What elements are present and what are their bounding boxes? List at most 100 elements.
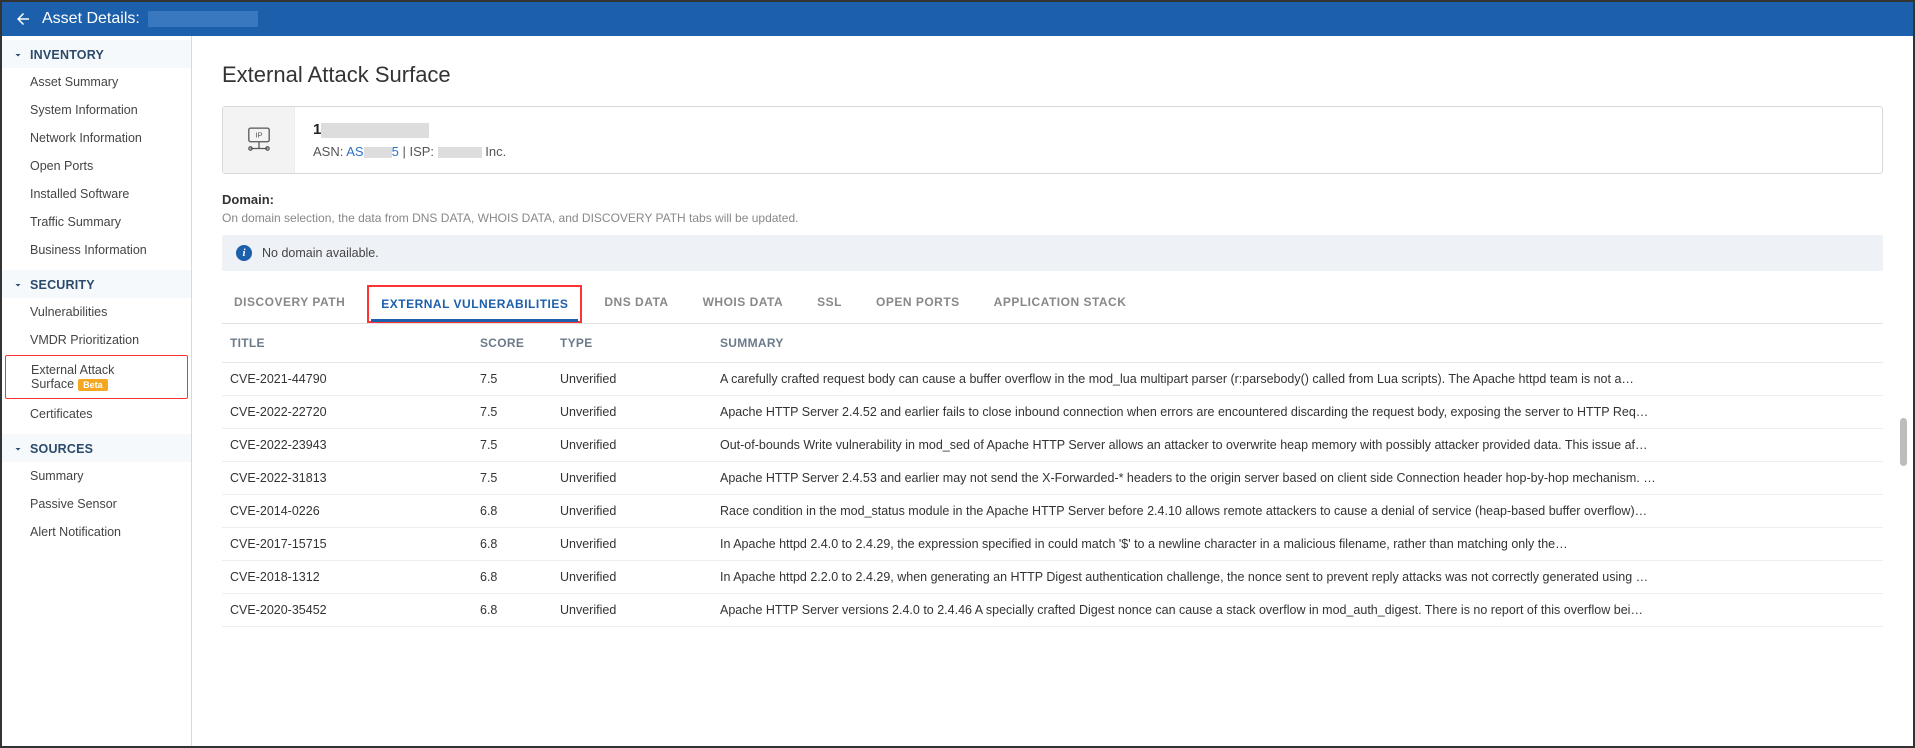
table-row[interactable]: CVE-2022-318137.5UnverifiedApache HTTP S… <box>222 462 1883 495</box>
tab-label: EXTERNAL VULNERABILITIES <box>381 297 568 311</box>
sidebar-section-security[interactable]: SECURITY <box>2 270 191 298</box>
sidebar-item-label: Traffic Summary <box>30 215 121 229</box>
sidebar-item-label: System Information <box>30 103 138 117</box>
domain-desc: On domain selection, the data from DNS D… <box>222 211 1883 225</box>
info-icon: i <box>236 245 252 261</box>
sidebar-item-label: Certificates <box>30 407 93 421</box>
tab-ssl[interactable]: SSL <box>805 285 854 323</box>
sidebar-item-traffic-summary[interactable]: Traffic Summary <box>2 208 191 236</box>
table-row[interactable]: CVE-2021-447907.5UnverifiedA carefully c… <box>222 363 1883 396</box>
asn-link[interactable]: AS5 <box>346 144 399 159</box>
header-asset-redacted <box>148 11 258 27</box>
isp-label: ISP: <box>409 144 434 159</box>
sidebar-item-sources-summary[interactable]: Summary <box>2 462 191 490</box>
ip-address: 1 <box>313 121 1864 138</box>
tab-open-ports[interactable]: OPEN PORTS <box>864 285 972 323</box>
vuln-table: TITLE SCORE TYPE SUMMARY CVE-2021-447907… <box>222 324 1883 627</box>
sidebar-item-label: VMDR Prioritization <box>30 333 139 347</box>
sidebar-item-asset-summary[interactable]: Asset Summary <box>2 68 191 96</box>
sidebar-item-certificates[interactable]: Certificates <box>2 400 191 428</box>
sidebar: INVENTORYAsset Summary System Information… <box>2 36 192 746</box>
cell-score: 7.5 <box>472 363 552 396</box>
main-content: External Attack Surface IP 1 <box>192 36 1913 746</box>
sidebar-section-sources[interactable]: SOURCES <box>2 434 191 462</box>
tab-whois-data[interactable]: WHOIS DATA <box>691 285 796 323</box>
cell-type: Unverified <box>552 561 712 594</box>
isp-redacted <box>438 147 482 158</box>
page-title-header: Asset Details: <box>42 10 258 28</box>
cell-score: 6.8 <box>472 495 552 528</box>
cell-title: CVE-2018-1312 <box>222 561 472 594</box>
sidebar-item-label: Open Ports <box>30 159 93 173</box>
ip-prefix: 1 <box>313 121 321 138</box>
cell-title: CVE-2022-23943 <box>222 429 472 462</box>
tab-label: SSL <box>817 295 842 309</box>
main-page-title: External Attack Surface <box>222 62 1883 88</box>
sidebar-item-vulnerabilities[interactable]: Vulnerabilities <box>2 298 191 326</box>
table-row[interactable]: CVE-2022-239437.5UnverifiedOut-of-bounds… <box>222 429 1883 462</box>
table-row[interactable]: CVE-2020-354526.8UnverifiedApache HTTP S… <box>222 594 1883 627</box>
sidebar-section-inventory[interactable]: INVENTORY <box>2 40 191 68</box>
page-header: Asset Details: <box>2 2 1913 36</box>
cell-summary: Apache HTTP Server versions 2.4.0 to 2.4… <box>712 594 1883 627</box>
tab-application-stack[interactable]: APPLICATION STACK <box>982 285 1139 323</box>
tab-discovery-path[interactable]: DISCOVERY PATH <box>222 285 357 323</box>
cell-summary: Apache HTTP Server 2.4.52 and earlier fa… <box>712 396 1883 429</box>
domain-label: Domain: <box>222 192 1883 207</box>
sidebar-section-label: SOURCES <box>30 442 93 456</box>
sidebar-item-network-information[interactable]: Network Information <box>2 124 191 152</box>
cell-type: Unverified <box>552 462 712 495</box>
cell-type: Unverified <box>552 594 712 627</box>
cell-summary: Race condition in the mod_status module … <box>712 495 1883 528</box>
table-row[interactable]: CVE-2017-157156.8UnverifiedIn Apache htt… <box>222 528 1883 561</box>
asn-label: ASN: <box>313 144 343 159</box>
beta-badge: Beta <box>78 379 108 391</box>
domain-alert: i No domain available. <box>222 235 1883 271</box>
asn-isp-line: ASN: AS5 | ISP: Inc. <box>313 144 1864 159</box>
tab-label: WHOIS DATA <box>703 295 784 309</box>
sidebar-item-alert-notification[interactable]: Alert Notification <box>2 518 191 546</box>
th-title[interactable]: TITLE <box>222 324 472 363</box>
ip-icon: IP <box>223 107 295 173</box>
sidebar-item-label: Vulnerabilities <box>30 305 107 319</box>
cell-score: 7.5 <box>472 429 552 462</box>
cell-title: CVE-2020-35452 <box>222 594 472 627</box>
cell-title: CVE-2014-0226 <box>222 495 472 528</box>
sidebar-item-open-ports[interactable]: Open Ports <box>2 152 191 180</box>
cell-type: Unverified <box>552 429 712 462</box>
scrollbar-thumb[interactable] <box>1900 418 1907 466</box>
cell-summary: Out-of-bounds Write vulnerability in mod… <box>712 429 1883 462</box>
cell-type: Unverified <box>552 495 712 528</box>
sidebar-item-passive-sensor[interactable]: Passive Sensor <box>2 490 191 518</box>
sidebar-item-label: Business Information <box>30 243 147 257</box>
tab-label: DNS DATA <box>604 295 668 309</box>
sidebar-item-label: Passive Sensor <box>30 497 117 511</box>
table-row[interactable]: CVE-2022-227207.5UnverifiedApache HTTP S… <box>222 396 1883 429</box>
tab-external-vulnerabilities[interactable]: EXTERNAL VULNERABILITIES <box>367 285 582 323</box>
sidebar-item-label: Network Information <box>30 131 142 145</box>
header-title-text: Asset Details: <box>42 10 140 27</box>
table-row[interactable]: CVE-2014-02266.8UnverifiedRace condition… <box>222 495 1883 528</box>
cell-title: CVE-2021-44790 <box>222 363 472 396</box>
table-row[interactable]: CVE-2018-13126.8UnverifiedIn Apache http… <box>222 561 1883 594</box>
sidebar-item-vmdr-prioritization[interactable]: VMDR Prioritization <box>2 326 191 354</box>
sidebar-item-installed-software[interactable]: Installed Software <box>2 180 191 208</box>
th-summary[interactable]: SUMMARY <box>712 324 1883 363</box>
sidebar-section-label: SECURITY <box>30 278 95 292</box>
sidebar-item-label: Installed Software <box>30 187 129 201</box>
th-type[interactable]: TYPE <box>552 324 712 363</box>
cell-summary: Apache HTTP Server 2.4.53 and earlier ma… <box>712 462 1883 495</box>
back-arrow-icon[interactable] <box>12 8 34 30</box>
sidebar-item-external-attack-surface[interactable]: External Attack SurfaceBeta <box>5 355 188 399</box>
ip-info-card: IP 1 ASN: AS5 | ISP: <box>222 106 1883 174</box>
sidebar-item-system-information[interactable]: System Information <box>2 96 191 124</box>
tab-dns-data[interactable]: DNS DATA <box>592 285 680 323</box>
chevron-down-icon <box>12 279 24 291</box>
th-score[interactable]: SCORE <box>472 324 552 363</box>
sidebar-item-business-information[interactable]: Business Information <box>2 236 191 264</box>
sidebar-item-label: Alert Notification <box>30 525 121 539</box>
cell-summary: In Apache httpd 2.2.0 to 2.4.29, when ge… <box>712 561 1883 594</box>
tab-label: OPEN PORTS <box>876 295 960 309</box>
cell-summary: A carefully crafted request body can cau… <box>712 363 1883 396</box>
tab-label: APPLICATION STACK <box>994 295 1127 309</box>
